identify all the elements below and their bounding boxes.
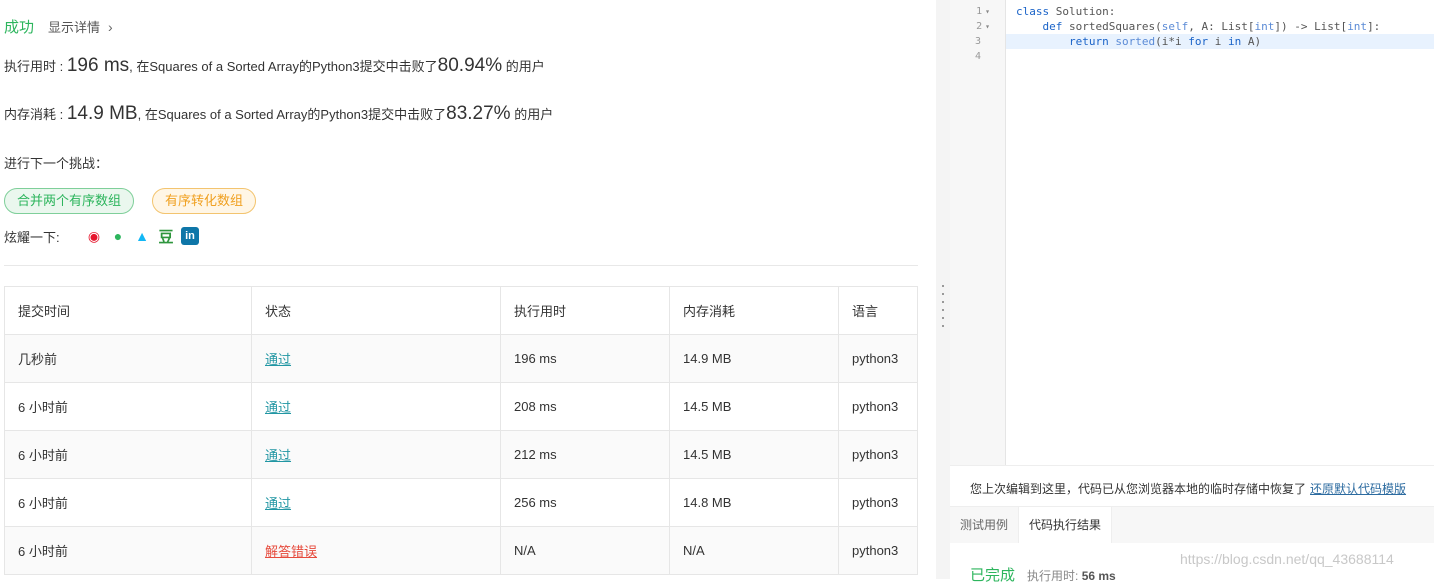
run-done-label: 已完成 xyxy=(970,567,1016,584)
qq-icon[interactable]: ▲ xyxy=(133,227,151,245)
divider xyxy=(4,265,918,266)
runtime-value: 196 ms xyxy=(66,55,130,76)
cell-runtime: 212 ms xyxy=(500,430,670,479)
cell-language: python3 xyxy=(838,526,918,575)
header-language: 语言 xyxy=(838,286,918,335)
table-row: 6 小时前 通过 208 ms 14.5 MB python3 xyxy=(4,382,918,431)
line-gutter xyxy=(950,0,1006,465)
run-runtime: 执行用时: 56 ms xyxy=(1027,569,1116,583)
table-row: 6 小时前 通过 212 ms 14.5 MB python3 xyxy=(4,430,918,479)
cell-language: python3 xyxy=(838,430,918,479)
cell-status[interactable]: 通过 xyxy=(251,334,501,383)
code-editor[interactable]: 1 ▾ 2 ▾ 3 4 class Solution: def sortedSqua… xyxy=(950,0,1434,465)
weibo-icon[interactable]: ◉ xyxy=(85,227,103,245)
watermark: https://blog.csdn.net/qq_43688114 xyxy=(1180,551,1394,567)
cell-runtime: 196 ms xyxy=(500,334,670,383)
cell-status[interactable]: 通过 xyxy=(251,430,501,479)
memory-label: 内存消耗 : xyxy=(4,107,67,122)
status-success: 成功 xyxy=(4,18,35,36)
table-row: 几秒前 通过 196 ms 14.9 MB python3 xyxy=(4,334,918,383)
header-runtime: 执行用时 xyxy=(500,286,670,335)
line-number: 1 ▾ xyxy=(976,6,990,17)
cell-submit-time: 几秒前 xyxy=(4,334,252,383)
cell-status[interactable]: 通过 xyxy=(251,382,501,431)
runtime-description: , 在Squares of a Sorted Array的Python3提交中击… xyxy=(129,59,438,74)
memory-description: , 在Squares of a Sorted Array的Python3提交中击… xyxy=(137,107,447,122)
memory-tail: 的用户 xyxy=(510,107,554,122)
line-number: 4 xyxy=(974,51,981,62)
header-status: 状态 xyxy=(251,286,501,335)
cell-runtime: 256 ms xyxy=(500,478,670,527)
memory-stat: 内存消耗 : 14.9 MB, 在Squares of a Sorted Arr… xyxy=(4,103,553,125)
show-details-link[interactable]: 显示详情 › xyxy=(48,17,113,36)
challenge-merge-sorted-array[interactable]: 合并两个有序数组 xyxy=(4,188,135,214)
header-memory: 内存消耗 xyxy=(669,286,839,335)
share-label: 炫耀一下: xyxy=(4,230,60,245)
memory-value: 14.9 MB xyxy=(66,103,138,124)
cell-submit-time: 6 小时前 xyxy=(4,430,252,479)
code-line-2[interactable]: def sortedSquares(self, A: List[int]) ->… xyxy=(1016,19,1381,34)
challenge-sort-transformed-array[interactable]: 有序转化数组 xyxy=(152,188,257,214)
cell-language: python3 xyxy=(838,478,918,527)
restore-default-template-link[interactable]: 还原默认代码模版 xyxy=(1310,482,1406,496)
show-details-label: 显示详情 xyxy=(48,19,101,35)
fold-arrow-icon: ▾ xyxy=(985,22,990,31)
cell-submit-time: 6 小时前 xyxy=(4,526,252,575)
next-challenge-label: 进行下一个挑战： xyxy=(4,156,109,171)
run-result-status: 已完成 执行用时: 56 ms xyxy=(970,564,1116,585)
restore-notice-text: 您上次编辑到这里，代码已从您浏览器本地的临时存储中恢复了 xyxy=(970,482,1307,496)
line-number: 3 xyxy=(974,36,981,47)
cell-submit-time: 6 小时前 xyxy=(4,382,252,431)
pane-splitter[interactable] xyxy=(936,0,950,579)
cell-memory: 14.9 MB xyxy=(669,334,839,383)
runtime-label: 执行用时 : xyxy=(4,59,67,74)
table-row: 6 小时前 解答错误 N/A N/A python3 xyxy=(4,526,918,575)
status-line: 成功 显示详情 › xyxy=(4,16,113,36)
code-line-1[interactable]: class Solution: xyxy=(1016,4,1115,19)
cell-status[interactable]: 解答错误 xyxy=(251,526,501,575)
memory-percent: 83.27% xyxy=(446,103,511,124)
douban-icon[interactable]: 豆 xyxy=(157,227,175,246)
cell-language: python3 xyxy=(838,334,918,383)
cell-runtime: N/A xyxy=(500,526,670,575)
runtime-percent: 80.94% xyxy=(437,55,503,76)
cell-submit-time: 6 小时前 xyxy=(4,478,252,527)
cell-memory: 14.8 MB xyxy=(669,478,839,527)
submissions-table: 提交时间 状态 执行用时 内存消耗 语言 几秒前 通过 196 ms 14.9 MB p… xyxy=(4,286,918,575)
header-submit-time: 提交时间 xyxy=(4,286,252,335)
tab-run-result[interactable]: 代码执行结果 xyxy=(1018,507,1113,543)
wechat-icon[interactable]: ● xyxy=(109,227,127,245)
share-icons: ◉ ● ▲ 豆 in xyxy=(85,227,199,246)
table-header-row: 提交时间 状态 执行用时 内存消耗 语言 xyxy=(4,286,918,335)
console-tabs: 测试用例 代码执行结果 xyxy=(950,506,1434,543)
cell-runtime: 208 ms xyxy=(500,382,670,431)
fold-arrow-icon: ▾ xyxy=(985,7,990,16)
chevron-right-icon: › xyxy=(108,18,113,35)
submission-result-panel: 成功 显示详情 › 执行用时 : 196 ms, 在Squares of a So… xyxy=(0,0,935,579)
cell-memory: N/A xyxy=(669,526,839,575)
linkedin-icon[interactable]: in xyxy=(181,227,199,245)
runtime-stat: 执行用时 : 196 ms, 在Squares of a Sorted Arra… xyxy=(4,55,545,77)
cell-status[interactable]: 通过 xyxy=(251,478,501,527)
cell-language: python3 xyxy=(838,382,918,431)
tab-test-cases[interactable]: 测试用例 xyxy=(950,507,1018,543)
line-number: 2 ▾ xyxy=(976,21,990,32)
code-line-3[interactable]: return sorted(i*i for i in A) xyxy=(1016,34,1261,49)
cell-memory: 14.5 MB xyxy=(669,430,839,479)
restore-notice: 您上次编辑到这里，代码已从您浏览器本地的临时存储中恢复了 还原默认代码模版 xyxy=(970,480,1406,497)
cell-memory: 14.5 MB xyxy=(669,382,839,431)
runtime-tail: 的用户 xyxy=(502,59,545,74)
table-row: 6 小时前 通过 256 ms 14.8 MB python3 xyxy=(4,478,918,527)
